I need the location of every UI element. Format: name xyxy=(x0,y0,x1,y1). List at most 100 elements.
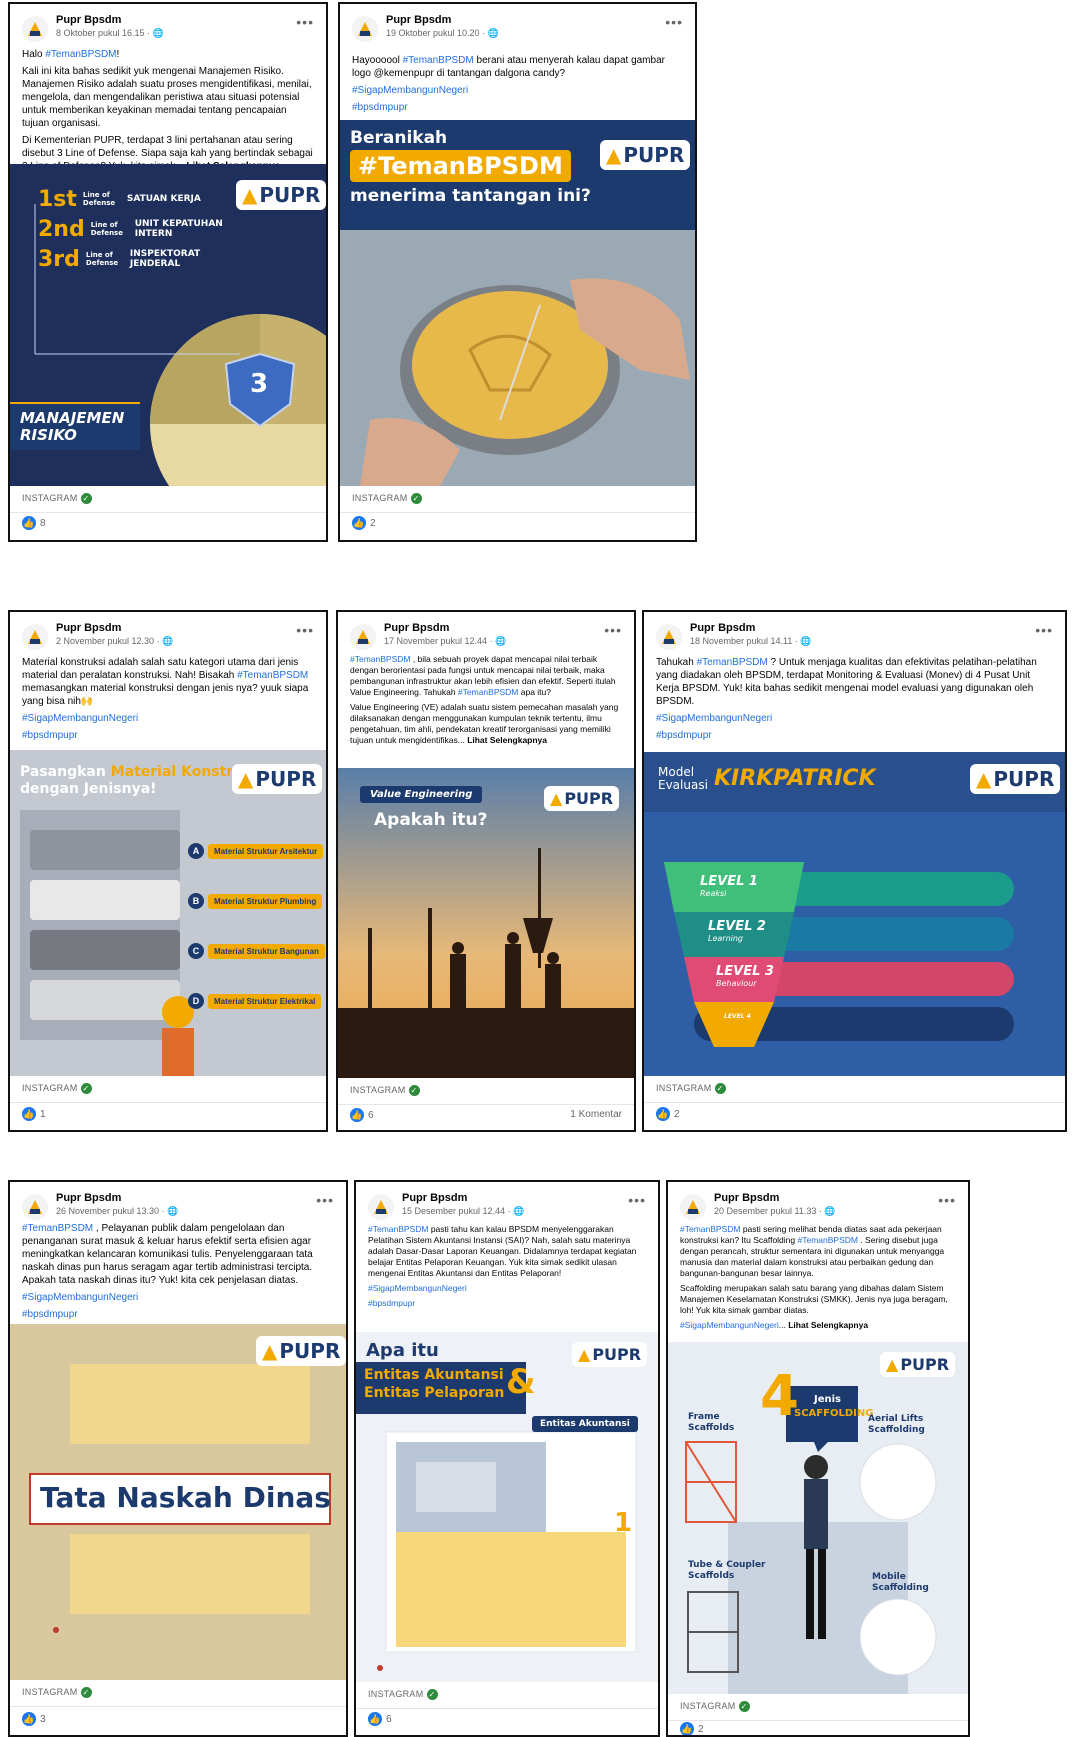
page-name[interactable]: Pupr Bpsdm xyxy=(56,622,121,634)
post-paragraph: #SigapMembangunNegeri xyxy=(368,1283,646,1294)
see-more-link[interactable]: Lihat Selengkapnya xyxy=(788,1320,868,1330)
hashtag-link[interactable]: #TemanBPSDM xyxy=(403,55,474,66)
post-image[interactable]: Value Engineering Apakah itu? ▲ PUPR xyxy=(338,768,634,1078)
post-text-run: ... xyxy=(778,1320,789,1330)
post-date[interactable]: 20 Desember pukul 11.33 · 🌐 xyxy=(714,1206,836,1217)
post-image[interactable]: Model Evaluasi KIRKPATRICK ▲ PUPR LEVEL 1R… xyxy=(644,752,1065,1076)
post-date[interactable]: 8 Oktober pukul 16.15 · 🌐 xyxy=(56,28,164,39)
reactions[interactable]: 👍 1 xyxy=(22,1107,46,1121)
reactions[interactable]: 👍 8 xyxy=(22,516,46,530)
poster-title: Tata Naskah Dinas xyxy=(40,1481,331,1514)
page-avatar[interactable] xyxy=(656,624,682,650)
hashtag-link[interactable]: #SigapMembangunNegeri xyxy=(680,1320,779,1330)
defense-sub: Line of Defense xyxy=(85,251,119,267)
post-image[interactable]: 3 ▲ PUPR 1st Line of Defense SATUAN KERJA 2n… xyxy=(10,164,326,486)
post-date[interactable]: 15 Desember pukul 12.44 · 🌐 xyxy=(402,1206,524,1217)
more-options-icon[interactable]: ••• xyxy=(604,622,622,638)
hashtag-link[interactable]: #bpsdmpupr xyxy=(22,1309,78,1320)
instagram-link[interactable]: INSTAGRAM ✓ xyxy=(22,1083,92,1095)
page-avatar[interactable] xyxy=(368,1194,394,1220)
hashtag-link[interactable]: #bpsdmpupr xyxy=(656,730,712,741)
option-key: B xyxy=(188,893,204,909)
page-name[interactable]: Pupr Bpsdm xyxy=(384,622,449,634)
page-name[interactable]: Pupr Bpsdm xyxy=(690,622,755,634)
instagram-link[interactable]: INSTAGRAM ✓ xyxy=(656,1083,726,1095)
post-image[interactable]: Pasangkan Material Konstruksi dengan Jeni… xyxy=(10,750,326,1076)
post-date[interactable]: 17 November pukul 12.44 · 🌐 xyxy=(384,636,506,647)
more-options-icon[interactable]: ••• xyxy=(938,1192,956,1208)
hashtag-link[interactable]: #TemanBPSDM xyxy=(458,687,518,697)
post-date[interactable]: 18 November pukul 14.11 · 🌐 xyxy=(690,636,812,647)
hashtag-link[interactable]: #TemanBPSDM xyxy=(45,49,116,60)
more-options-icon[interactable]: ••• xyxy=(316,1192,334,1208)
page-avatar[interactable] xyxy=(350,624,376,650)
post-source: INSTAGRAM ✓ xyxy=(10,486,326,513)
hashtag-link[interactable]: #bpsdmpupr xyxy=(368,1298,415,1308)
reactions[interactable]: 👍 2 xyxy=(656,1107,680,1121)
globe-icon: 🌐 xyxy=(152,28,164,38)
level-number: LEVEL 2 xyxy=(708,919,766,934)
box-label: Entitas Akuntansi xyxy=(532,1416,638,1432)
page-name[interactable]: Pupr Bpsdm xyxy=(386,14,451,26)
page-name[interactable]: Pupr Bpsdm xyxy=(56,14,121,26)
instagram-link[interactable]: INSTAGRAM ✓ xyxy=(368,1689,438,1701)
instagram-link[interactable]: INSTAGRAM ✓ xyxy=(22,1687,92,1699)
post-date[interactable]: 2 November pukul 12.30 · 🌐 xyxy=(56,636,173,647)
page-name[interactable]: Pupr Bpsdm xyxy=(714,1192,779,1204)
more-options-icon[interactable]: ••• xyxy=(1035,622,1053,638)
reactions[interactable]: 👍 6 xyxy=(368,1712,392,1726)
hashtag-link[interactable]: #TemanBPSDM xyxy=(237,670,308,681)
more-options-icon[interactable]: ••• xyxy=(628,1192,646,1208)
instagram-link[interactable]: INSTAGRAM ✓ xyxy=(352,493,422,505)
reactions[interactable]: 👍 6 xyxy=(350,1108,374,1122)
hashtag-link[interactable]: #TemanBPSDM xyxy=(368,1224,428,1234)
hashtag-link[interactable]: #bpsdmpupr xyxy=(22,730,78,741)
post-text-run: Hayoooool xyxy=(352,55,403,66)
post-paragraph: #bpsdmpupr xyxy=(352,101,683,114)
post-date[interactable]: 19 Oktober pukul 10.20 · 🌐 xyxy=(386,28,499,39)
instagram-link[interactable]: INSTAGRAM ✓ xyxy=(680,1701,750,1713)
page-avatar[interactable] xyxy=(352,16,378,42)
hashtag-link[interactable]: #TemanBPSDM xyxy=(22,1223,93,1234)
hashtag-link[interactable]: #TemanBPSDM xyxy=(697,657,768,668)
hashtag-link[interactable]: #bpsdmpupr xyxy=(352,102,408,113)
hashtag-link[interactable]: #SigapMembangunNegeri xyxy=(22,1292,138,1303)
page-avatar[interactable] xyxy=(680,1194,706,1220)
option-key: D xyxy=(188,993,204,1009)
more-options-icon[interactable]: ••• xyxy=(296,14,314,30)
globe-icon: 🌐 xyxy=(167,1206,179,1216)
page-avatar[interactable] xyxy=(22,16,48,42)
post-source: INSTAGRAM ✓ xyxy=(338,1078,634,1105)
reactions[interactable]: 👍 3 xyxy=(22,1712,46,1726)
hashtag-link[interactable]: #TemanBPSDM xyxy=(350,654,410,664)
post-paragraph: Tahukah #TemanBPSDM ? Untuk menjaga kual… xyxy=(656,656,1053,708)
hashtag-link[interactable]: #TemanBPSDM xyxy=(680,1224,740,1234)
post-image[interactable]: Beranikah #TemanBPSDM menerima tantangan… xyxy=(340,120,695,486)
hashtag-link[interactable]: #TemanBPSDM xyxy=(798,1235,858,1245)
post-text: Halo #TemanBPSDM! Kali ini kita bahas sed… xyxy=(22,48,314,177)
more-options-icon[interactable]: ••• xyxy=(665,14,683,30)
instagram-link[interactable]: INSTAGRAM ✓ xyxy=(350,1085,420,1097)
see-more-link[interactable]: Lihat Selengkapnya xyxy=(467,735,547,745)
pupr-logo: ▲ PUPR xyxy=(256,1336,346,1366)
poster-title: Pasangkan Material Konstruksi dengan Jeni… xyxy=(20,764,266,797)
page-avatar[interactable] xyxy=(22,1194,48,1220)
hashtag-link[interactable]: #SigapMembangunNegeri xyxy=(352,85,468,96)
option-label: Material Struktur Bangunan xyxy=(208,943,325,959)
post-image[interactable]: 4 Jenis SCAFFOLDING ▲ PUPR Frame Scaffold… xyxy=(668,1342,968,1694)
hashtag-link[interactable]: #SigapMembangunNegeri xyxy=(368,1283,467,1293)
post-date[interactable]: 26 November pukul 13.30 · 🌐 xyxy=(56,1206,178,1217)
reactions[interactable]: 👍 2 xyxy=(352,516,376,530)
post-image[interactable]: Apa itu Entitas Akuntansi Entitas Pelapor… xyxy=(356,1332,658,1682)
page-avatar[interactable] xyxy=(22,624,48,650)
reactions[interactable]: 👍 2 xyxy=(680,1722,704,1735)
more-options-icon[interactable]: ••• xyxy=(296,622,314,638)
hashtag-link[interactable]: #SigapMembangunNegeri xyxy=(656,713,772,724)
instagram-link[interactable]: INSTAGRAM ✓ xyxy=(22,493,92,505)
comment-count[interactable]: 1 Komentar xyxy=(570,1109,622,1120)
post-image[interactable]: ▲ PUPR Tata Naskah Dinas xyxy=(10,1324,346,1680)
post-header: Pupr Bpsdm 17 November pukul 12.44 · 🌐 •… xyxy=(350,622,622,652)
hashtag-link[interactable]: #SigapMembangunNegeri xyxy=(22,713,138,724)
page-name[interactable]: Pupr Bpsdm xyxy=(402,1192,467,1204)
page-name[interactable]: Pupr Bpsdm xyxy=(56,1192,121,1204)
